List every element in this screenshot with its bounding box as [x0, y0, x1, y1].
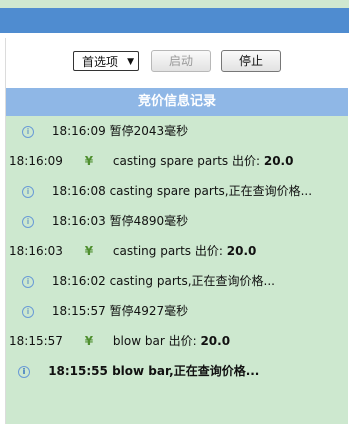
log-row-info: i 18:15:57 暂停4927毫秒 — [22, 300, 188, 322]
item-name: casting parts — [112, 244, 192, 258]
log-row-info: i 18:16:03 暂停4890毫秒 — [22, 210, 188, 232]
info-icon: i — [22, 125, 34, 138]
log-row-info: i 18:15:55 blow bar,正在查询价格... — [18, 360, 259, 382]
log-text: blow bar,正在查询价格... — [112, 364, 260, 378]
preference-select[interactable]: 首选项 ▼ — [73, 51, 139, 71]
log-time: 18:16:03 — [51, 214, 106, 228]
log-row-info: i 18:16:02 casting parts,正在查询价格... — [22, 270, 275, 292]
info-icon: i — [18, 365, 30, 378]
item-name: blow bar — [112, 334, 165, 348]
log-text: 暂停4927毫秒 — [109, 304, 189, 318]
log-time: 18:16:09 — [51, 124, 106, 138]
log-list: i 18:16:09 暂停2043毫秒 18:16:09 ¥ casting s… — [6, 116, 348, 424]
info-icon: i — [22, 185, 34, 198]
log-row-info: i 18:16:09 暂停2043毫秒 — [22, 120, 188, 142]
price-value: 20.0 — [200, 334, 231, 348]
price-label: 出价: — [168, 334, 197, 348]
stop-button[interactable]: 停止 — [221, 50, 281, 72]
log-row-info: i 18:16:08 casting spare parts,正在查询价格... — [22, 180, 312, 202]
log-time: 18:16:02 — [51, 274, 106, 288]
start-button[interactable]: 启动 — [151, 50, 211, 72]
log-text: casting spare parts,正在查询价格... — [109, 184, 313, 198]
log-time: 18:16:08 — [51, 184, 106, 198]
info-icon: i — [22, 215, 34, 228]
yen-icon: ¥ — [84, 154, 94, 168]
bidding-panel: 首选项 ▼ 启动 停止 竞价信息记录 i 18:16:09 暂停2043毫秒 1… — [5, 38, 348, 424]
info-icon: i — [22, 275, 34, 288]
yen-icon: ¥ — [84, 244, 94, 258]
item-name: casting spare parts — [112, 154, 229, 168]
log-time: 18:15:55 — [48, 364, 108, 378]
log-time: 18:16:09 — [9, 154, 63, 168]
log-time: 18:16:03 — [9, 244, 63, 258]
log-time: 18:15:57 — [51, 304, 106, 318]
log-row-price: 18:16:09 ¥ casting spare parts 出价: 20.0 — [9, 150, 293, 172]
log-text: casting parts,正在查询价格... — [109, 274, 275, 288]
log-time: 18:15:57 — [9, 334, 63, 348]
preference-select-value: 首选项 — [82, 55, 119, 69]
log-text: 暂停4890毫秒 — [109, 214, 189, 228]
price-value: 20.0 — [263, 154, 294, 168]
info-icon: i — [22, 305, 34, 318]
chevron-down-icon: ▼ — [127, 57, 134, 67]
log-row-price: 18:16:03 ¥ casting parts 出价: 20.0 — [9, 240, 256, 262]
log-row-price: 18:15:57 ¥ blow bar 出价: 20.0 — [9, 330, 230, 352]
log-header: 竞价信息记录 — [6, 88, 348, 116]
log-text: 暂停2043毫秒 — [109, 124, 189, 138]
price-value: 20.0 — [226, 244, 257, 258]
toolbar: 首选项 ▼ 启动 停止 — [6, 38, 348, 88]
price-label: 出价: — [231, 154, 261, 168]
yen-icon: ¥ — [84, 334, 94, 348]
price-label: 出价: — [194, 244, 223, 258]
top-strip — [0, 0, 349, 8]
